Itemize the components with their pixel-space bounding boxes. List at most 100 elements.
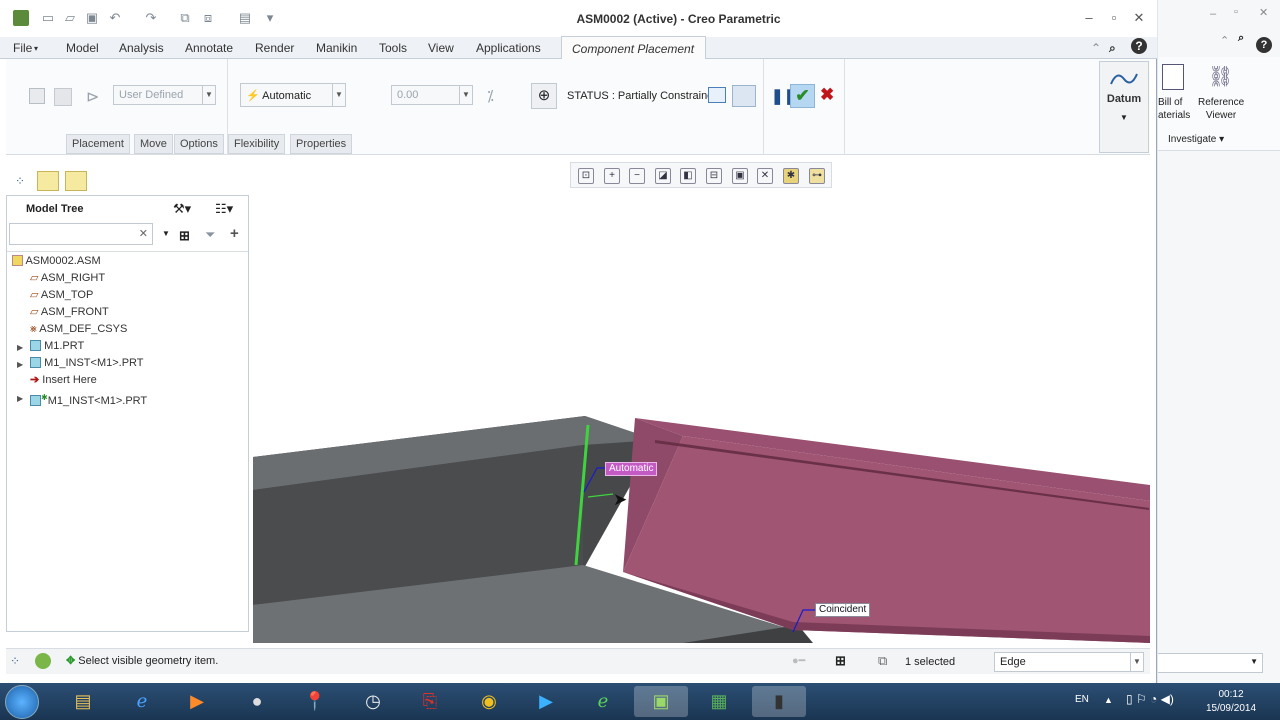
search-icon[interactable]: ⌕	[1238, 32, 1244, 45]
offset-input[interactable]: 0.00 ▼	[391, 85, 473, 105]
tree-item-m1-inst-placing[interactable]: ✱M1_INST<M1>.PRT	[30, 389, 147, 407]
tray-icons[interactable]: ▯ ⚐ ◔ ◀)	[1126, 692, 1174, 706]
bom-icon[interactable]	[1162, 64, 1184, 90]
add-column-icon[interactable]: +	[230, 225, 239, 242]
expand-icon[interactable]: ▶	[17, 360, 23, 369]
repaint-icon[interactable]: ◪	[655, 168, 671, 184]
tree-item-m1-inst[interactable]: M1_INST<M1>.PRT	[30, 355, 144, 372]
ok-check-icon[interactable]: ✔	[790, 84, 815, 108]
folder-browser-icon[interactable]	[37, 171, 59, 191]
bom-button[interactable]: Bill of aterials	[1158, 96, 1190, 122]
find-status-icon[interactable]: ⊞	[835, 653, 846, 669]
tree-search-input[interactable]: ✕	[9, 223, 153, 245]
tab-tools[interactable]: Tools	[379, 41, 407, 55]
investigate-group[interactable]: Investigate ▾	[1168, 134, 1224, 145]
tree-item-asm-top[interactable]: ▱ ASM_TOP	[30, 287, 93, 304]
reference-viewer-button[interactable]: Reference Viewer	[1198, 96, 1244, 122]
help-icon[interactable]: ?	[1131, 38, 1147, 54]
explorer-taskbar-icon[interactable]: ▤	[56, 686, 110, 717]
refit-icon[interactable]: ⊡	[578, 168, 594, 184]
tree-item-asm-def-csys[interactable]: ⨳ ASM_DEF_CSYS	[30, 321, 127, 338]
tab-view[interactable]: View	[428, 41, 454, 55]
tree-item-asm-right[interactable]: ▱ ASM_RIGHT	[30, 270, 105, 287]
language-indicator[interactable]: EN	[1075, 694, 1089, 705]
collapse-ribbon-icon[interactable]: ⌃	[1220, 34, 1229, 47]
cancel-x-icon[interactable]: ✖	[820, 85, 834, 105]
help-icon[interactable]: ?	[1256, 37, 1272, 53]
tree-columns-icon[interactable]: ☷▾	[215, 201, 233, 217]
spin-center-icon[interactable]: ✱	[783, 168, 799, 184]
saved-views-icon[interactable]: ⊟	[706, 168, 722, 184]
coincident-constraint-tag[interactable]: Coincident	[815, 603, 871, 617]
pin-taskbar-icon[interactable]: 📍	[288, 686, 342, 717]
filter-icon[interactable]: ⏷	[205, 227, 215, 243]
clear-search-icon[interactable]: ✕	[139, 227, 148, 240]
tree-toggle-icon[interactable]: ⁘	[10, 654, 20, 668]
start-button[interactable]	[5, 685, 39, 719]
selection-filter-select[interactable]: Edge ▼	[994, 652, 1144, 672]
graphics-area[interactable]	[253, 400, 1150, 643]
ptc-taskbar-icon[interactable]: ℯ	[576, 686, 630, 717]
datum-display-icon[interactable]: ✕	[757, 168, 773, 184]
minimize-icon[interactable]: –	[1210, 8, 1216, 20]
zoom-out-icon[interactable]: −	[629, 168, 645, 184]
datum-button[interactable]: Datum ▼	[1099, 61, 1149, 153]
chrome-taskbar-icon[interactable]: ◉	[462, 686, 516, 717]
model-tree-icon[interactable]: ⁘	[10, 171, 30, 191]
subtab-flexibility[interactable]: Flexibility	[228, 134, 286, 154]
tab-model[interactable]: Model	[66, 41, 99, 55]
browser-toggle-icon[interactable]	[35, 653, 51, 669]
tab-render[interactable]: Render	[255, 41, 294, 55]
display-style-icon[interactable]: ◧	[680, 168, 696, 184]
maximize-icon[interactable]: ▫	[1106, 10, 1122, 26]
placement-icon[interactable]	[54, 88, 72, 106]
find-icon[interactable]: ⊞	[179, 228, 190, 244]
subtab-move[interactable]: Move	[134, 134, 173, 154]
expand-icon[interactable]: ▶	[17, 343, 23, 352]
pdf-taskbar-icon[interactable]: ⎘	[403, 686, 457, 717]
media-taskbar-icon[interactable]: ▶	[170, 686, 224, 717]
flip-constraint-icon[interactable]: ⁒	[487, 87, 494, 105]
monitor-taskbar-icon[interactable]: ▦	[692, 686, 746, 717]
tab-analysis[interactable]: Analysis	[119, 41, 164, 55]
separate-window-icon[interactable]	[708, 87, 726, 103]
constraint-type-select[interactable]: ⚡ Automatic ▼	[240, 83, 346, 107]
tab-annotate[interactable]: Annotate	[185, 41, 233, 55]
view-manager-icon[interactable]: ▣	[732, 168, 748, 184]
tab-manikin[interactable]: Manikin	[316, 41, 357, 55]
subtab-properties[interactable]: Properties	[290, 134, 353, 154]
side-filter-select[interactable]: ▼	[1158, 653, 1263, 673]
tray-arrow-icon[interactable]: ▲	[1104, 695, 1113, 705]
favorites-icon[interactable]	[65, 171, 87, 191]
collapse-ribbon-icon[interactable]: ⌃	[1091, 41, 1101, 55]
search-icon[interactable]: ⌕	[1109, 41, 1116, 56]
close-icon[interactable]: ✕	[1131, 10, 1147, 26]
selection-icon[interactable]: ⧉	[878, 653, 887, 669]
user-taskbar-icon[interactable]: ●	[230, 686, 284, 717]
expand-icon[interactable]: ▶	[17, 394, 23, 403]
tab-component-placement[interactable]: Component Placement	[561, 36, 706, 60]
subtab-options[interactable]: Options	[174, 134, 224, 154]
maximize-icon[interactable]: ▫	[1234, 6, 1238, 18]
constraint-set-select[interactable]: User Defined ▼	[113, 85, 216, 105]
assembly-window-icon[interactable]	[732, 85, 756, 107]
connection-icon[interactable]: ⊳	[86, 87, 99, 107]
tree-item-asm-front[interactable]: ▱ ASM_FRONT	[30, 304, 109, 321]
tree-settings-icon[interactable]: ⚒▾	[173, 201, 191, 217]
video-taskbar-icon[interactable]: ▶	[519, 686, 573, 717]
reference-viewer-icon[interactable]: ⛓	[1208, 64, 1233, 89]
close-icon[interactable]: ✕	[1259, 6, 1268, 19]
tree-item-insert-here[interactable]: ➔ Insert Here	[30, 372, 97, 389]
tab-file[interactable]: File	[13, 41, 32, 55]
tree-item-asm[interactable]: ASM0002.ASM	[12, 253, 101, 270]
minimize-icon[interactable]: –	[1081, 10, 1097, 26]
automatic-constraint-tag[interactable]: Automatic	[605, 462, 658, 476]
subtab-placement[interactable]: Placement	[66, 134, 130, 154]
use-interface-icon[interactable]	[29, 88, 45, 104]
creo-taskbar-icon[interactable]: ▣	[634, 686, 688, 717]
annotation-display-icon[interactable]: ⊶	[809, 168, 825, 184]
tray-clock[interactable]: 00:12 15/09/2014	[1196, 688, 1266, 716]
zoom-in-icon[interactable]: +	[604, 168, 620, 184]
move-dragger-icon[interactable]: ⊕	[531, 83, 557, 109]
clock-taskbar-icon[interactable]: ◷	[346, 686, 400, 717]
